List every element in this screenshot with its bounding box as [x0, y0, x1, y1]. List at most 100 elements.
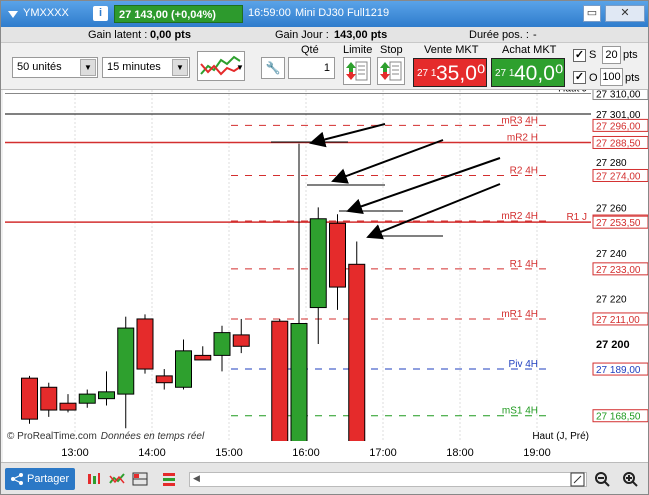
fit-icon[interactable]	[569, 471, 586, 488]
gains-info-row: Gain latent : 0,00 pts Gain Jour : 143,0…	[1, 27, 648, 43]
objective-label: O	[589, 72, 598, 84]
qty-label: Qté	[301, 44, 319, 56]
level-label: mR1 4H	[501, 309, 538, 320]
candle-body	[271, 320, 289, 441]
level-label: mS1 4H	[502, 406, 538, 417]
level-price-label: 27 233,00	[596, 265, 641, 276]
y-tick-label: 27 240	[596, 249, 627, 260]
zoom-out-icon[interactable]	[594, 471, 611, 488]
candle-body	[232, 334, 250, 347]
quantity-input[interactable]: 1	[288, 57, 335, 79]
indicator-icon[interactable]	[109, 471, 125, 487]
y-tick-label: 27 220	[596, 294, 627, 305]
share-button[interactable]: Partager	[5, 468, 75, 490]
annotation-arrow	[331, 139, 444, 184]
candle-body	[59, 402, 77, 411]
candle-body	[21, 377, 38, 420]
x-tick-label: 15:00	[215, 447, 243, 459]
objective-checkbox[interactable]: ✓	[573, 71, 586, 84]
zoom-in-icon[interactable]	[622, 471, 639, 488]
wrench-icon[interactable]: 🔧	[261, 57, 285, 79]
time-label: 16:59:00	[248, 7, 291, 19]
instrument-label: Mini DJ30 Full1219	[295, 7, 390, 19]
level-price-label: 27 274,00	[596, 171, 641, 182]
duration-value: -	[533, 29, 537, 41]
title-bar: YMXXXX i 27 143,00 (+0,04%) 16:59:00 Min…	[1, 1, 648, 27]
units-value: 50 unités	[17, 61, 62, 73]
bottom-toolbar: Partager ◀ ▶	[1, 462, 648, 494]
chart-canvas: Haut J mR3 4H mR2 H R2 4H mR2 4H R1 J R1 4H mR1…	[5, 90, 648, 441]
limit-order-button[interactable]	[343, 57, 371, 85]
level-label: mR2 H	[507, 132, 538, 143]
x-tick-label: 19:00	[523, 447, 551, 459]
y-tick-label: 27 260	[596, 203, 627, 214]
x-tick-label: 16:00	[292, 447, 320, 459]
order-toolbar: 50 unités ▼ 15 minutes ▼ ▼ 🔧 Qté 1 Limit…	[1, 43, 648, 90]
chart-type-icon[interactable]	[86, 471, 102, 487]
period-select[interactable]: 15 minutes ▼	[102, 57, 190, 78]
candle-body	[117, 327, 135, 395]
level-label: R2 4H	[510, 165, 538, 176]
y-tick-label: 27 200	[596, 339, 630, 351]
level-label: R1 J	[566, 212, 587, 223]
level-price-label: 27 189,00	[596, 365, 641, 376]
annotation-arrow	[309, 123, 386, 148]
layout-icon[interactable]	[132, 471, 148, 487]
latent-gain-label: Gain latent :	[88, 29, 148, 41]
candle-body	[309, 218, 327, 309]
time-axis: 13:00 14:00 15:00 16:00 17:00 18:00 19:00	[3, 441, 648, 462]
level-label: mR3 4H	[501, 115, 538, 126]
candle-body	[213, 332, 231, 356]
credit-text: © ProRealTime.com Données en temps réel	[7, 431, 205, 441]
trading-window: YMXXXX i 27 143,00 (+0,04%) 16:59:00 Min…	[0, 0, 649, 495]
buy-price-prefix: 27 1	[495, 68, 515, 79]
level-price-label: 27 168,50	[596, 412, 641, 423]
level-label: Piv 4H	[509, 359, 538, 370]
symbol-label[interactable]: YMXXXX	[23, 7, 69, 19]
indicators-dropdown-icon[interactable]: ▼	[236, 63, 244, 72]
candle-body	[290, 323, 308, 441]
objective-unit: pts	[625, 72, 640, 84]
level-price-label: 27 296,00	[596, 121, 641, 132]
price-change-badge: 27 143,00 (+0,04%)	[114, 5, 243, 23]
level-label: Haut J	[558, 90, 587, 95]
stop-loss-input[interactable]: 20	[602, 46, 621, 64]
sell-price-main: 35,0⁰	[436, 62, 486, 85]
level-label: mR2 4H	[501, 211, 538, 222]
y-tick-label: 27 301,00	[596, 110, 641, 121]
candle-body	[348, 263, 366, 441]
limit-label: Limite	[343, 44, 373, 56]
level-price-label: 27 310,00	[596, 90, 641, 101]
candle-body	[194, 354, 212, 361]
scroll-left-icon[interactable]: ◀	[193, 473, 200, 484]
chevron-down-icon: ▼	[80, 59, 96, 76]
y-tick-label: 27 280	[596, 158, 627, 169]
candle-body	[329, 222, 346, 288]
sell-price-prefix: 27 1	[417, 68, 437, 79]
close-button[interactable]: ✕	[605, 5, 645, 22]
level-label: R1 4H	[510, 259, 538, 270]
share-label: Partager	[27, 473, 70, 485]
x-tick-label: 17:00	[369, 447, 397, 459]
chevron-down-icon: ▼	[172, 59, 188, 76]
candle-body	[155, 375, 173, 384]
price-chart[interactable]: Haut J mR3 4H mR2 H R2 4H mR2 4H R1 J R1 4H mR1…	[3, 90, 648, 441]
x-tick-label: 13:00	[61, 447, 89, 459]
time-scrollbar[interactable]: ◀ ▶	[189, 472, 587, 487]
sell-market-button[interactable]: 27 1 35,0⁰	[413, 58, 487, 87]
share-icon	[11, 473, 23, 485]
stop-order-button[interactable]	[377, 57, 405, 85]
x-tick-label: 18:00	[446, 447, 474, 459]
bars-icon[interactable]	[161, 471, 177, 487]
sell-label: Vente MKT	[424, 44, 479, 56]
restore-button[interactable]: ▭	[583, 5, 601, 22]
buy-market-button[interactable]: 27 1 40,0⁰	[491, 58, 565, 87]
units-select[interactable]: 50 unités ▼	[12, 57, 98, 78]
objective-input[interactable]: 100	[600, 68, 623, 86]
stop-loss-checkbox[interactable]: ✓	[573, 49, 586, 62]
stop-loss-label: S	[589, 49, 597, 61]
period-value: 15 minutes	[107, 61, 161, 73]
day-gain-label: Gain Jour :	[275, 29, 329, 41]
dropdown-triangle-icon[interactable]	[7, 8, 19, 20]
info-icon[interactable]: i	[93, 6, 108, 21]
